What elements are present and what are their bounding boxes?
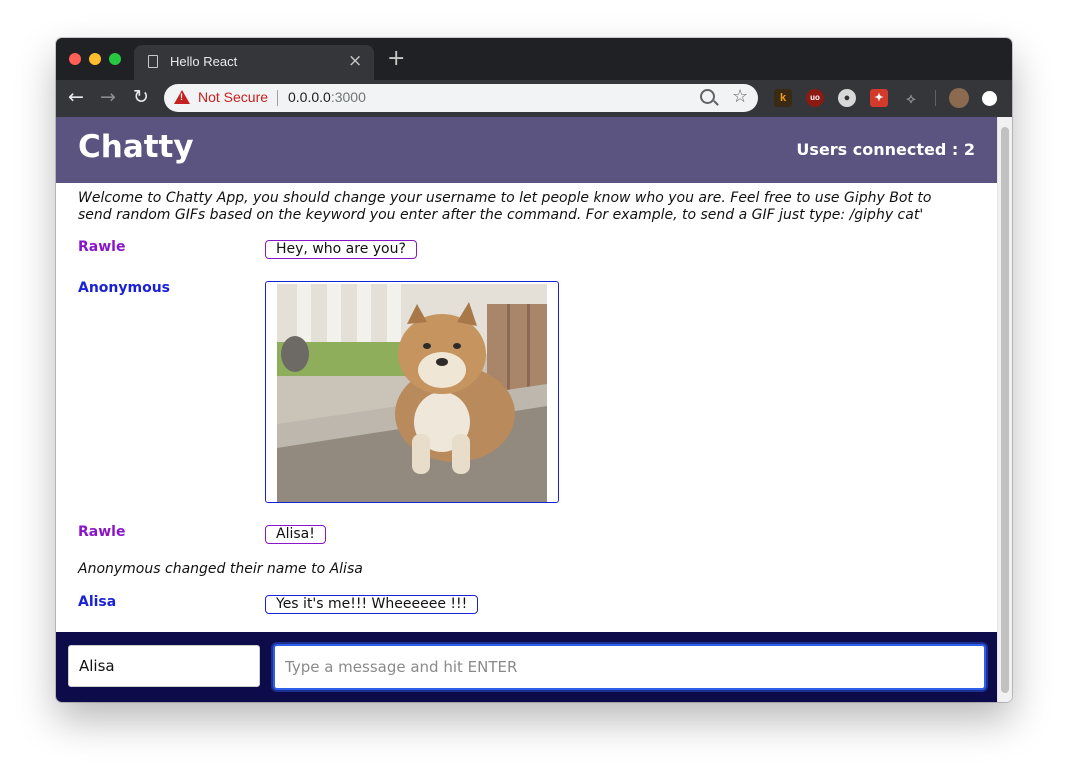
reload-icon[interactable]: ↻ (133, 86, 149, 108)
extension-red-icon[interactable]: ✦ (870, 89, 888, 107)
url-text[interactable]: 0.0.0.0:3000 (288, 89, 366, 105)
star-icon[interactable]: ☆ (732, 86, 748, 107)
page-icon (148, 55, 158, 68)
message-username: Alisa (78, 594, 117, 610)
profile-avatar[interactable] (949, 88, 969, 108)
url-host: 0.0.0.0 (288, 89, 331, 105)
new-tab-button[interactable]: + (387, 48, 405, 70)
scrollbar-thumb[interactable] (1001, 127, 1009, 693)
warning-exclamation: ! (180, 92, 183, 102)
page-scrollbar[interactable] (997, 117, 1012, 702)
omnibox-divider (277, 90, 278, 106)
tab-close-icon[interactable]: × (348, 51, 362, 71)
browser-window: Hello React × + ← → ↻ ! Not Secure 0.0.0… (56, 38, 1012, 702)
username-input[interactable] (68, 645, 260, 687)
minimize-window-button[interactable] (89, 53, 101, 65)
chat-compose-bar (56, 632, 997, 702)
address-bar[interactable]: ! Not Secure 0.0.0.0:3000 ☆ (164, 84, 758, 112)
extension-k-icon[interactable]: k (774, 89, 792, 107)
forward-arrow-icon[interactable]: → (100, 86, 116, 108)
message-username: Anonymous (78, 280, 171, 296)
message-input[interactable] (273, 644, 986, 690)
extension-circle-icon[interactable]: ● (838, 89, 856, 107)
puppy-gif-illustration (277, 284, 547, 502)
menu-dot-icon[interactable] (982, 91, 997, 106)
gif-message-frame (265, 281, 559, 503)
tab-bar: Hello React × + (56, 38, 1012, 80)
users-connected-count: Users connected : 2 (796, 140, 975, 159)
welcome-message: Welcome to Chatty App, you should change… (78, 190, 932, 223)
app-navbar: Chatty Users connected : 2 (56, 117, 997, 183)
close-window-button[interactable] (69, 53, 81, 65)
ublock-icon[interactable]: uo (806, 89, 824, 107)
back-arrow-icon[interactable]: ← (68, 86, 84, 108)
security-label[interactable]: Not Secure (198, 89, 268, 105)
browser-toolbar: ← → ↻ ! Not Secure 0.0.0.0:3000 ☆ k uo ●… (56, 80, 1012, 117)
message-content: Alisa! (265, 525, 326, 544)
page-viewport: Chatty Users connected : 2 Welcome to Ch… (56, 117, 1012, 702)
url-port: :3000 (330, 89, 366, 105)
zoom-icon[interactable] (700, 89, 715, 104)
message-username: Rawle (78, 524, 126, 540)
message-content: Yes it's me!!! Wheeeeee !!! (265, 595, 479, 614)
brand-title[interactable]: Chatty (78, 129, 194, 165)
tab-hello-react[interactable]: Hello React × (134, 45, 374, 80)
message-username: Rawle (78, 239, 126, 255)
message-content: Hey, who are you? (265, 240, 417, 259)
tab-title: Hello React (170, 54, 238, 69)
extension-brain-icon[interactable]: ⟡ (902, 89, 920, 107)
toolbar-divider (935, 90, 936, 106)
puppy-gif-image (277, 284, 547, 502)
zoom-window-button[interactable] (109, 53, 121, 65)
system-notification: Anonymous changed their name to Alisa (78, 561, 363, 577)
